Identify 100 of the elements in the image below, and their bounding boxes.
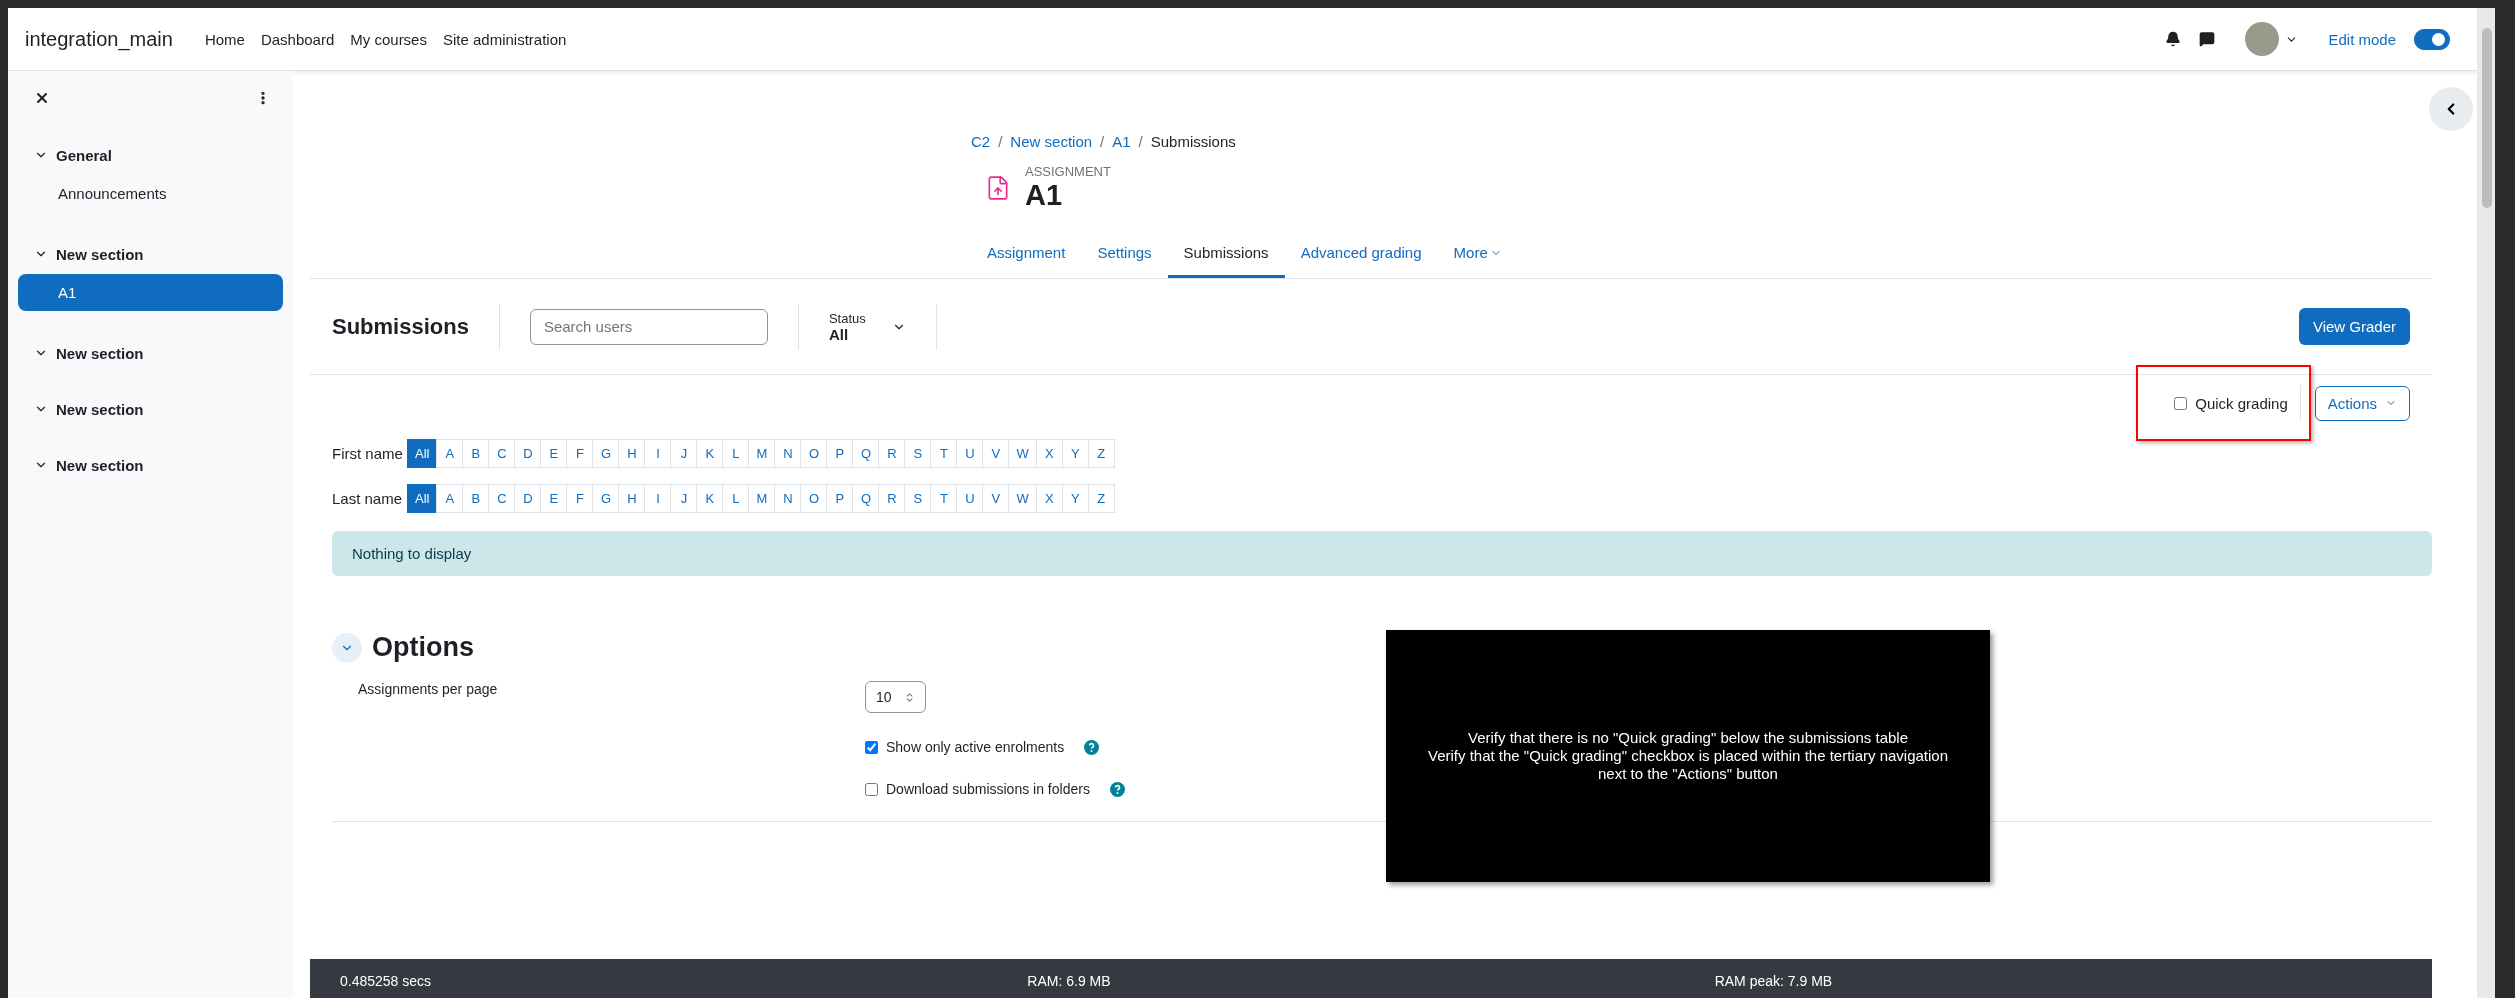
initial-filter[interactable]: C bbox=[488, 439, 516, 468]
nav-tab[interactable]: Assignment bbox=[971, 232, 1082, 278]
initial-filter[interactable]: D bbox=[514, 439, 542, 468]
initial-filter[interactable]: H bbox=[618, 439, 646, 468]
site-name[interactable]: integration_main bbox=[25, 27, 173, 51]
nav-link[interactable]: Site administration bbox=[442, 30, 567, 48]
edit-mode-toggle[interactable] bbox=[2414, 28, 2450, 50]
initial-filter[interactable]: F bbox=[566, 439, 594, 468]
instruction-text: Verify that the "Quick grading" checkbox is placed within the tertiary navigation bbox=[1427, 747, 1949, 765]
initial-filter[interactable]: E bbox=[540, 439, 568, 468]
initial-filter[interactable]: E bbox=[540, 484, 568, 513]
nav-tab[interactable]: Settings bbox=[1081, 232, 1168, 278]
initial-filter[interactable]: H bbox=[618, 484, 646, 513]
initial-filter[interactable]: I bbox=[644, 484, 672, 513]
help-icon[interactable] bbox=[1084, 739, 1100, 755]
view-grader-button[interactable]: View Grader bbox=[2298, 308, 2410, 345]
initial-filter[interactable]: T bbox=[930, 484, 958, 513]
initial-filter[interactable]: R bbox=[878, 484, 906, 513]
initial-filter[interactable]: U bbox=[956, 439, 984, 468]
initial-filter[interactable]: A bbox=[436, 439, 464, 468]
initial-filter[interactable]: X bbox=[1035, 439, 1063, 468]
initial-filter[interactable]: X bbox=[1035, 484, 1063, 513]
quick-grading-checkbox[interactable] bbox=[2174, 396, 2188, 410]
nav-link[interactable]: Home bbox=[204, 30, 245, 48]
initial-filter[interactable]: O bbox=[800, 439, 828, 468]
initial-filter[interactable]: D bbox=[514, 484, 542, 513]
initial-filter[interactable]: V bbox=[982, 439, 1010, 468]
bell-icon[interactable] bbox=[2165, 31, 2182, 47]
initial-filter[interactable]: Z bbox=[1087, 439, 1115, 468]
initial-filter[interactable]: M bbox=[748, 439, 776, 468]
initial-filter[interactable]: S bbox=[904, 484, 932, 513]
initials-label: Last name bbox=[332, 490, 404, 507]
breadcrumb-link[interactable]: New section bbox=[1010, 133, 1093, 150]
footer-stat: RAM: 6.9 MB bbox=[1027, 973, 1112, 991]
status-filter[interactable]: Status All bbox=[797, 303, 937, 350]
section-heading[interactable]: New section bbox=[8, 339, 293, 367]
initial-filter[interactable]: R bbox=[878, 439, 906, 468]
initial-filter[interactable]: U bbox=[956, 484, 984, 513]
initial-filter[interactable]: Q bbox=[852, 484, 880, 513]
nav-link[interactable]: My courses bbox=[350, 30, 427, 48]
nav-tab[interactable]: Advanced grading bbox=[1284, 232, 1438, 278]
initial-filter[interactable]: P bbox=[826, 484, 854, 513]
initial-filter[interactable]: M bbox=[748, 484, 776, 513]
initial-filter[interactable]: All bbox=[407, 484, 438, 513]
nav-tab[interactable]: More bbox=[1437, 232, 1518, 278]
option-checkbox[interactable] bbox=[865, 740, 878, 754]
initial-filter[interactable]: W bbox=[1008, 484, 1037, 513]
initial-filter[interactable]: K bbox=[696, 439, 724, 468]
initial-filter[interactable]: G bbox=[592, 484, 620, 513]
initial-filter[interactable]: Y bbox=[1061, 439, 1089, 468]
initial-filter[interactable]: O bbox=[800, 484, 828, 513]
initial-filter[interactable]: Q bbox=[852, 439, 880, 468]
initial-filter[interactable]: All bbox=[407, 439, 438, 468]
initial-filter[interactable]: A bbox=[436, 484, 464, 513]
help-icon[interactable] bbox=[1109, 781, 1125, 797]
initial-filter[interactable]: W bbox=[1008, 439, 1037, 468]
initial-filter[interactable]: B bbox=[462, 484, 490, 513]
section-title: Options bbox=[372, 632, 474, 663]
drawer-toggle[interactable] bbox=[2429, 87, 2473, 131]
initial-filter[interactable]: N bbox=[774, 484, 802, 513]
initial-filter[interactable]: Z bbox=[1087, 484, 1115, 513]
sidebar-item[interactable]: Announcements bbox=[18, 175, 283, 212]
initial-filter[interactable]: I bbox=[644, 439, 672, 468]
initial-filter[interactable]: V bbox=[982, 484, 1010, 513]
initial-filter[interactable]: C bbox=[488, 484, 516, 513]
initial-filter[interactable]: T bbox=[930, 439, 958, 468]
initial-filter[interactable]: Y bbox=[1061, 484, 1089, 513]
initial-filter[interactable]: F bbox=[566, 484, 594, 513]
initial-filter[interactable]: L bbox=[722, 484, 750, 513]
chat-icon[interactable] bbox=[2199, 31, 2216, 47]
section-heading[interactable]: New section bbox=[8, 395, 293, 423]
section-heading[interactable]: New section bbox=[8, 451, 293, 479]
current-page-label: Submissions bbox=[1150, 133, 1236, 150]
collapse-toggle[interactable] bbox=[332, 632, 362, 663]
nav-tab[interactable]: Submissions bbox=[1167, 232, 1285, 278]
search-field[interactable]: Search users bbox=[529, 308, 768, 345]
nav-link[interactable]: Dashboard bbox=[260, 30, 335, 48]
initial-filter[interactable]: N bbox=[774, 439, 802, 468]
initial-filter[interactable]: K bbox=[696, 484, 724, 513]
scrollbar[interactable] bbox=[2477, 8, 2495, 998]
field-label: Assignments per page bbox=[358, 681, 499, 699]
initial-filter[interactable]: L bbox=[722, 439, 750, 468]
initial-filter[interactable]: J bbox=[670, 484, 698, 513]
per-page-select[interactable]: 10 bbox=[865, 681, 926, 713]
initial-filter[interactable]: B bbox=[462, 439, 490, 468]
breadcrumb-link[interactable]: A1 bbox=[1112, 133, 1131, 150]
initial-filter[interactable]: P bbox=[826, 439, 854, 468]
initial-filter[interactable]: J bbox=[670, 439, 698, 468]
sidebar-item[interactable]: A1 bbox=[18, 274, 283, 311]
checkbox-label: Show only active enrolments bbox=[886, 739, 1065, 755]
initial-filter[interactable]: G bbox=[592, 439, 620, 468]
close-icon[interactable] bbox=[34, 90, 50, 106]
actions-button[interactable]: Actions bbox=[2314, 385, 2410, 421]
breadcrumb-link[interactable]: C2 bbox=[971, 133, 991, 150]
initial-filter[interactable]: S bbox=[904, 439, 932, 468]
section-heading[interactable]: New section bbox=[8, 240, 293, 268]
section-heading[interactable]: General bbox=[8, 141, 293, 169]
info-alert: Nothing to display bbox=[332, 531, 2432, 576]
breadcrumb-separator: / bbox=[1138, 133, 1143, 150]
option-checkbox[interactable] bbox=[865, 782, 878, 796]
